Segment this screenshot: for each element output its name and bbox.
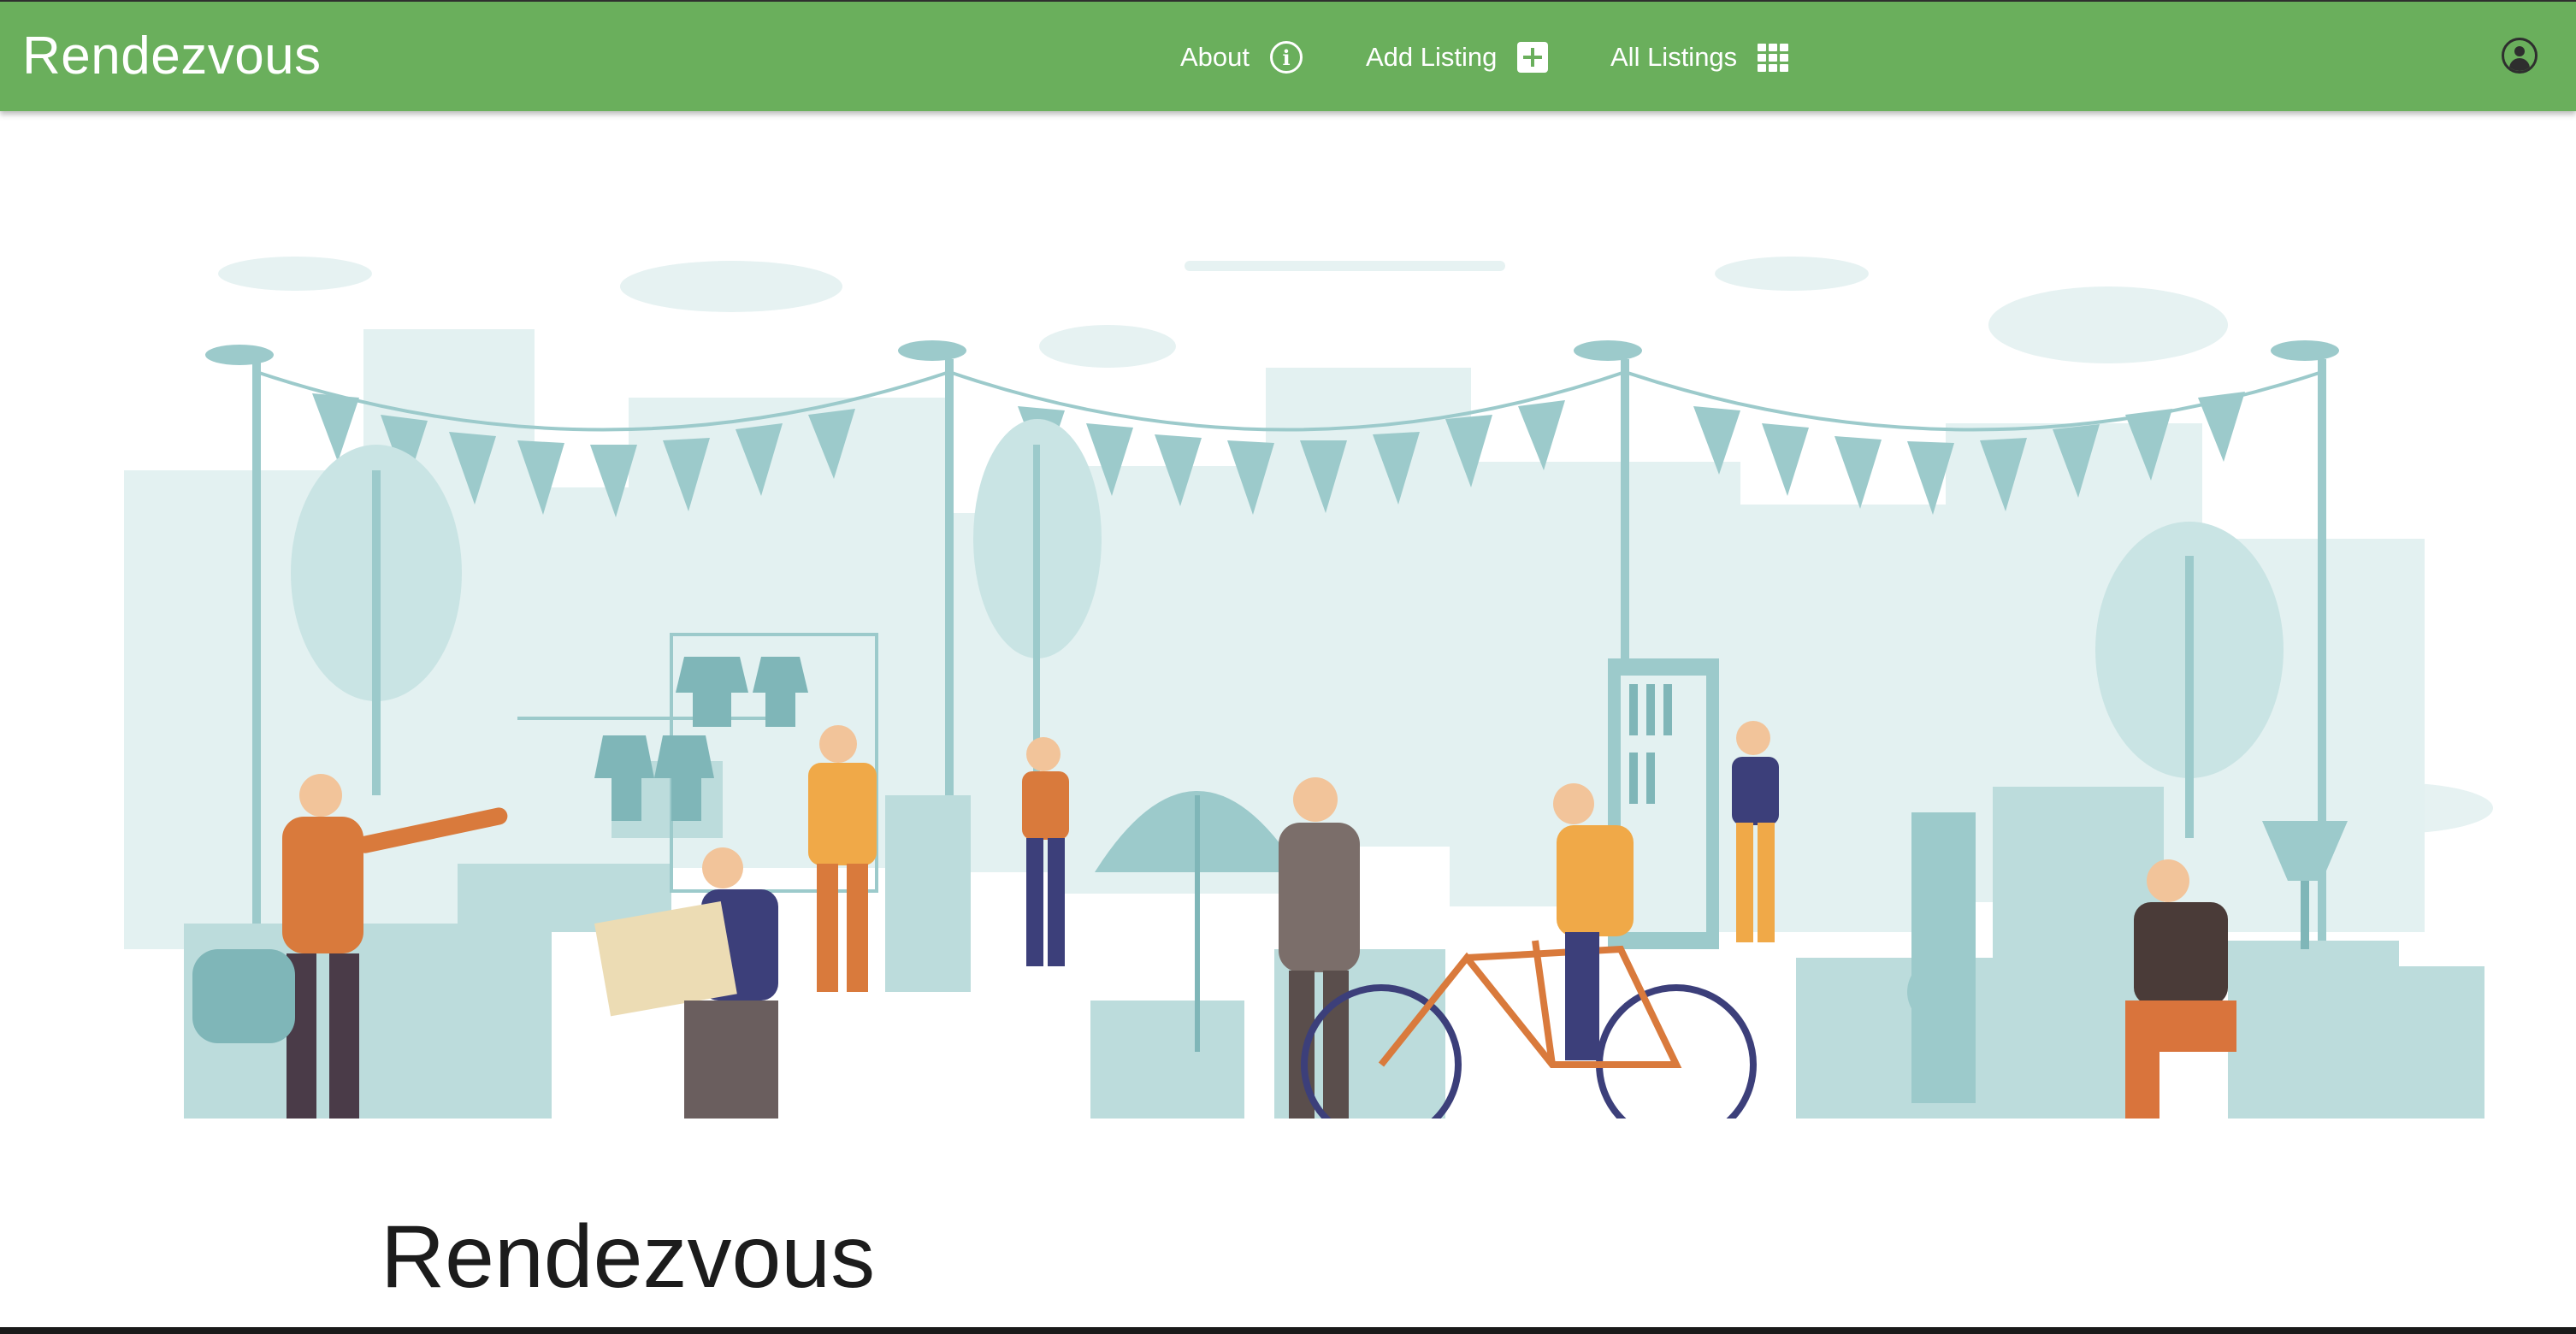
grid-icon xyxy=(1758,44,1789,72)
info-icon: i xyxy=(1270,41,1303,74)
plus-square-icon xyxy=(1517,42,1549,73)
top-navigation-bar: Rendezvous About i Add Listing All Listi… xyxy=(0,0,2576,111)
nav-about-label: About xyxy=(1180,42,1250,72)
page-title: Rendezvous xyxy=(381,1207,876,1307)
flea-market-illustration xyxy=(124,257,2493,1119)
nav-all-listings-label: All Listings xyxy=(1610,42,1738,72)
brand-logo[interactable]: Rendezvous xyxy=(22,26,322,87)
user-account-icon[interactable] xyxy=(2502,38,2538,74)
nav-add-listing-label: Add Listing xyxy=(1366,42,1498,72)
bottom-divider xyxy=(0,1327,2576,1334)
nav-add-listing[interactable]: Add Listing xyxy=(1366,2,1549,113)
nav-all-listings[interactable]: All Listings xyxy=(1610,2,1789,113)
nav-about[interactable]: About i xyxy=(1180,2,1303,113)
